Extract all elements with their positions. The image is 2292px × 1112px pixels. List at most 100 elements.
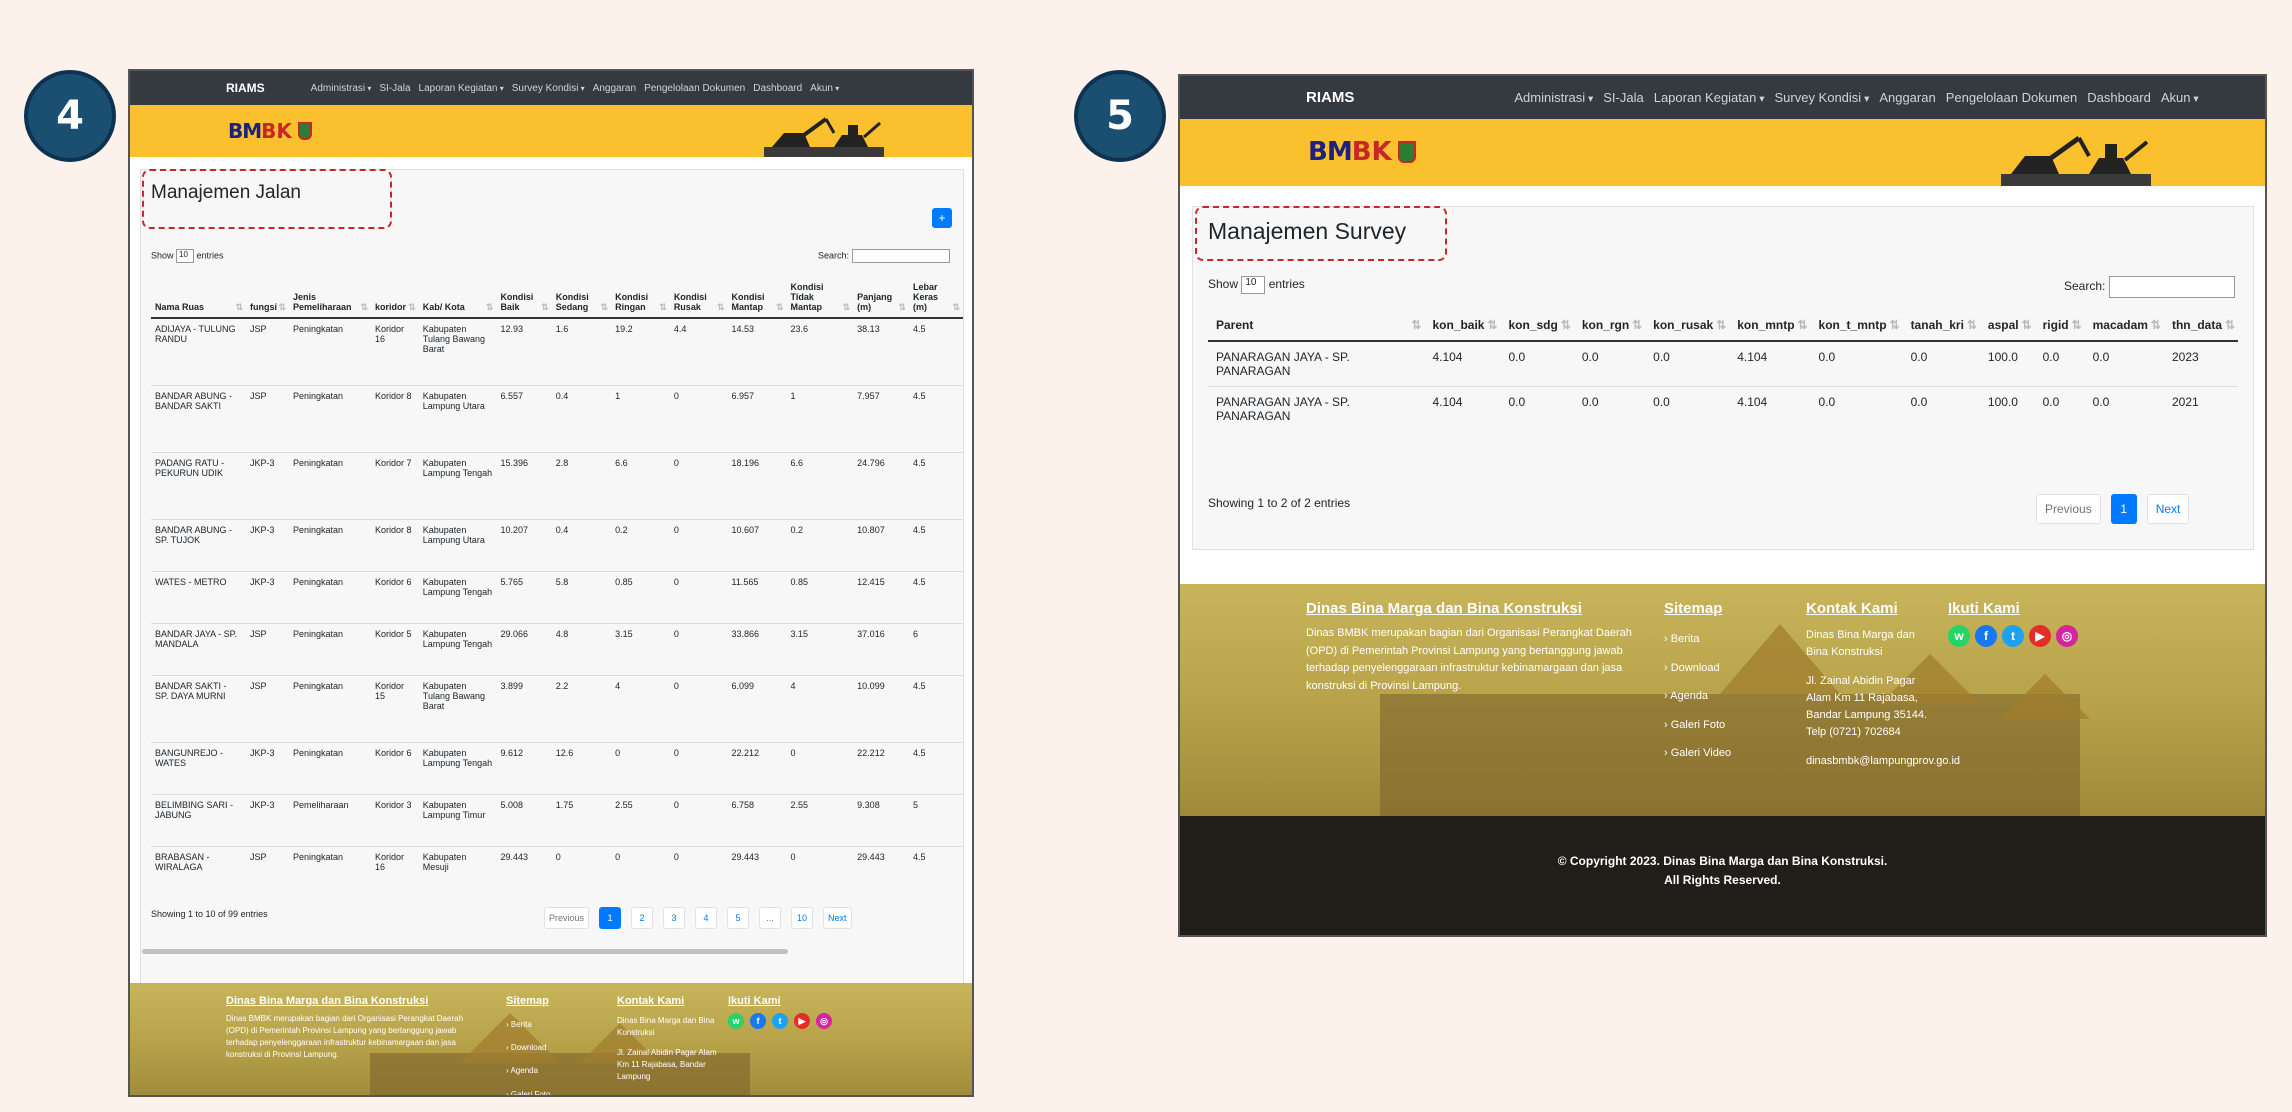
column-header[interactable]: kon_sdg ⇅: [1500, 310, 1574, 342]
table-cell: Kabupaten Lampung Tengah: [418, 451, 497, 519]
youtube-icon[interactable]: ▶: [794, 1013, 810, 1029]
column-header[interactable]: Kondisi Mantap ⇅: [727, 277, 787, 319]
search-input[interactable]: [851, 249, 950, 263]
table-cell: 3.15: [786, 622, 854, 675]
column-header[interactable]: Kondisi Baik ⇅: [496, 277, 552, 319]
table-row[interactable]: PANARAGAN JAYA - SP. PANARAGAN 4.104 0.0 0.…: [1208, 340, 2238, 387]
nav-item-si-jala[interactable]: SI-Jala: [1603, 90, 1643, 105]
column-header[interactable]: Kondisi Tidak Mantap ⇅: [786, 277, 854, 319]
sort-icon: ⇅: [485, 302, 494, 312]
nav-item-anggaran[interactable]: Anggaran: [593, 83, 636, 94]
nav-item-anggaran[interactable]: Anggaran: [1879, 90, 1935, 105]
youtube-icon[interactable]: ▶: [2029, 625, 2051, 647]
previous-page-button[interactable]: Previous: [2036, 494, 2101, 524]
table-row[interactable]: BANDAR SAKTI - SP. DAYA MURNI JSP Peningka…: [151, 674, 963, 742]
next-page-button[interactable]: Next: [823, 907, 852, 929]
column-header[interactable]: koridor ⇅: [371, 277, 419, 319]
sitemap-link[interactable]: › Galeri Foto: [1664, 711, 1731, 740]
twitter-icon[interactable]: t: [772, 1013, 788, 1029]
sitemap-link[interactable]: › Agenda: [506, 1059, 555, 1082]
table-row[interactable]: BELIMBING SARI - JABUNG JKP-3 Pemeliharaan…: [151, 793, 963, 846]
horizontal-scrollbar[interactable]: [142, 949, 788, 954]
table-row[interactable]: PADANG RATU - PEKURUN UDIK JKP-3 Peningkat…: [151, 451, 963, 519]
page-length-select[interactable]: 10: [176, 249, 195, 263]
page-1-button[interactable]: 1: [599, 907, 622, 929]
sitemap-link[interactable]: › Berita: [1664, 625, 1731, 654]
page-length-select[interactable]: 10: [1241, 276, 1266, 294]
facebook-icon[interactable]: f: [750, 1013, 766, 1029]
column-header[interactable]: thn_data ⇅: [2163, 310, 2238, 342]
table-row[interactable]: PANARAGAN JAYA - SP. PANARAGAN 4.104 0.0 0.…: [1208, 386, 2238, 431]
page-3-button[interactable]: 3: [663, 907, 686, 929]
instagram-icon[interactable]: ◎: [2056, 625, 2078, 647]
table-row[interactable]: WATES - METRO JKP-3 Peningkatan Koridor 6 Ka…: [151, 570, 963, 623]
column-header[interactable]: aspal ⇅: [1979, 310, 2035, 342]
twitter-icon[interactable]: t: [2002, 625, 2024, 647]
page-2-button[interactable]: 2: [631, 907, 654, 929]
nav-item-dashboard[interactable]: Dashboard: [2087, 90, 2151, 105]
column-header[interactable]: kon_baik ⇅: [1424, 310, 1501, 342]
table-cell: 0.0: [1902, 386, 1980, 431]
column-header[interactable]: kon_rgn ⇅: [1573, 310, 1646, 342]
nav-item-pengelolaan-dokumen[interactable]: Pengelolaan Dokumen: [644, 83, 745, 94]
table-row[interactable]: BANGUNREJO - WATES JKP-3 Peningkatan Korido…: [151, 741, 963, 794]
column-header[interactable]: fungsi ⇅: [245, 277, 289, 319]
nav-item-akun[interactable]: Akun: [810, 83, 839, 94]
column-header[interactable]: rigid ⇅: [2034, 310, 2085, 342]
table-row[interactable]: BANDAR JAYA - SP. MANDALA JSP Peningkatan K…: [151, 622, 963, 675]
sitemap-link[interactable]: › Agenda: [1664, 682, 1731, 711]
column-header[interactable]: Parent ⇅: [1208, 310, 1425, 342]
table-row[interactable]: BANDAR ABUNG - SP. TUJOK JKP-3 Peningkatan…: [151, 518, 963, 571]
column-header[interactable]: Lebar Keras (m) ⇅: [909, 277, 963, 319]
page-4-button[interactable]: 4: [695, 907, 718, 929]
column-header[interactable]: Kondisi Ringan ⇅: [611, 277, 670, 319]
brand-link[interactable]: RIAMS: [226, 81, 265, 95]
column-header[interactable]: Kondisi Rusak ⇅: [669, 277, 728, 319]
whatsapp-icon[interactable]: w: [1948, 625, 1970, 647]
column-header[interactable]: kon_t_mntp ⇅: [1810, 310, 1903, 342]
page-10-button[interactable]: 10: [791, 907, 814, 929]
sort-icon: ⇅: [600, 302, 609, 312]
table-row[interactable]: ADIJAYA - TULUNG RANDU JSP Peningkatan Kori…: [151, 317, 963, 385]
nav-item-administrasi[interactable]: Administrasi: [1514, 90, 1593, 105]
brand-link[interactable]: RIAMS: [1306, 89, 1354, 106]
nav-item-survey-kondisi[interactable]: Survey Kondisi: [1774, 90, 1869, 105]
page-5-button[interactable]: 5: [727, 907, 750, 929]
column-header[interactable]: Kab/ Kota ⇅: [418, 277, 497, 319]
column-header[interactable]: tanah_kri ⇅: [1902, 310, 1980, 342]
sitemap-link[interactable]: › Galeri Foto: [506, 1083, 555, 1095]
add-button[interactable]: +: [932, 208, 952, 228]
nav-item-laporan-kegiatan[interactable]: Laporan Kegiatan: [1654, 90, 1765, 105]
sitemap-link[interactable]: › Download: [506, 1036, 555, 1059]
column-header[interactable]: Jenis Pemeliharaan ⇅: [288, 277, 372, 319]
column-header[interactable]: Nama Ruas ⇅: [151, 277, 246, 319]
contact-email[interactable]: dinasbmbk@lampungprov.go.id: [1806, 755, 1960, 767]
page-1-button[interactable]: 1: [2110, 494, 2137, 524]
column-header[interactable]: kon_mntp ⇅: [1729, 310, 1811, 342]
next-page-button[interactable]: Next: [2146, 494, 2190, 524]
nav-item-pengelolaan-dokumen[interactable]: Pengelolaan Dokumen: [1946, 90, 2078, 105]
column-header[interactable]: Panjang (m) ⇅: [853, 277, 910, 319]
nav-item-si-jala[interactable]: SI-Jala: [379, 83, 410, 94]
nav-item-dashboard[interactable]: Dashboard: [753, 83, 802, 94]
instagram-icon[interactable]: ◎: [816, 1013, 832, 1029]
column-header[interactable]: macadam ⇅: [2084, 310, 2164, 342]
table-row[interactable]: BANDAR ABUNG - BANDAR SAKTI JSP Peningkata…: [151, 384, 963, 452]
nav-item-survey-kondisi[interactable]: Survey Kondisi: [512, 83, 585, 94]
sitemap-link[interactable]: › Berita: [506, 1013, 555, 1036]
table-row[interactable]: BRABASAN - WIRALAGA JSP Peningkatan Koridor…: [151, 845, 963, 882]
sitemap-link[interactable]: › Download: [1664, 654, 1731, 683]
nav-item-laporan-kegiatan[interactable]: Laporan Kegiatan: [419, 83, 504, 94]
column-header[interactable]: Kondisi Sedang ⇅: [551, 277, 612, 319]
facebook-icon[interactable]: f: [1975, 625, 1997, 647]
nav-item-akun[interactable]: Akun: [2161, 90, 2199, 105]
previous-page-button[interactable]: Previous: [544, 907, 590, 929]
nav-item-administrasi[interactable]: Administrasi: [311, 83, 372, 94]
search-input[interactable]: [2108, 276, 2235, 298]
table-cell: 0.0: [1902, 340, 1980, 387]
sitemap-link[interactable]: › Galeri Video: [1664, 739, 1731, 768]
whatsapp-icon[interactable]: w: [728, 1013, 744, 1029]
table-cell: 38.13: [853, 317, 910, 385]
column-header[interactable]: kon_rusak ⇅: [1645, 310, 1730, 342]
table-cell: 5.008: [496, 793, 552, 846]
